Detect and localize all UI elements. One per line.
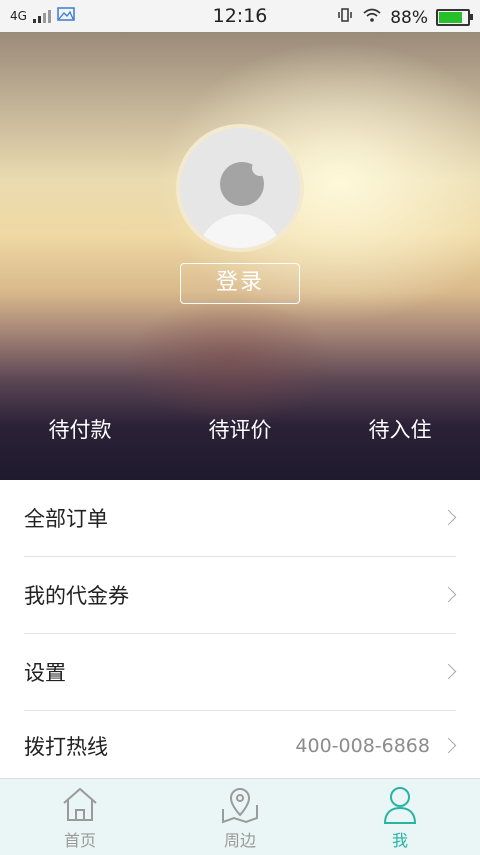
nav-item-home[interactable]: 首页 (0, 779, 160, 855)
vibrate-icon (336, 6, 354, 29)
status-bar: 4G 12:16 88% (0, 0, 480, 32)
nav-label-me: 我 (391, 831, 408, 850)
status-right: 88% (336, 6, 473, 29)
chevron-right-icon (440, 586, 457, 603)
chevron-right-icon (440, 663, 457, 680)
menu-item-label: 全部订单 (24, 507, 108, 531)
battery-percent: 88% (390, 7, 428, 28)
tab-pending-checkin[interactable]: 待入住 (320, 400, 480, 460)
nav-item-me[interactable]: 我 (320, 779, 480, 855)
menu-item-hotline[interactable]: 拨打热线 400-008-6868 (24, 711, 457, 782)
menu-item-settings[interactable]: 设置 (24, 634, 457, 711)
chevron-right-icon (440, 509, 457, 526)
default-avatar-icon[interactable] (176, 124, 304, 252)
menu-list: 全部订单 我的代金券 设置 拨打热线 400-008-6868 (0, 480, 480, 782)
login-button[interactable]: 登录 (180, 263, 300, 304)
menu-item-label: 拨打热线 (24, 735, 108, 759)
wifi-icon (362, 7, 382, 28)
user-icon (383, 787, 417, 824)
nav-item-nearby[interactable]: 周边 (160, 779, 320, 855)
tab-pending-payment[interactable]: 待付款 (0, 400, 160, 460)
bottom-navigation: 首页 周边 我 (0, 778, 480, 855)
nav-label-home: 首页 (63, 831, 96, 850)
home-icon (63, 787, 97, 821)
chevron-right-icon (440, 737, 457, 754)
menu-item-label: 我的代金券 (24, 584, 129, 608)
tab-pending-review[interactable]: 待评价 (160, 400, 320, 460)
menu-item-vouchers[interactable]: 我的代金券 (24, 557, 457, 634)
nav-label-nearby: 周边 (223, 831, 256, 850)
order-status-tabs: 待付款 待评价 待入住 (0, 400, 480, 460)
menu-item-label: 设置 (24, 661, 66, 685)
menu-item-all-orders[interactable]: 全部订单 (24, 480, 457, 557)
battery-icon (436, 9, 473, 26)
map-icon (222, 788, 258, 824)
hotline-number: 400-008-6868 (295, 735, 430, 757)
profile-header: 登录 待付款 待评价 待入住 (0, 32, 480, 480)
